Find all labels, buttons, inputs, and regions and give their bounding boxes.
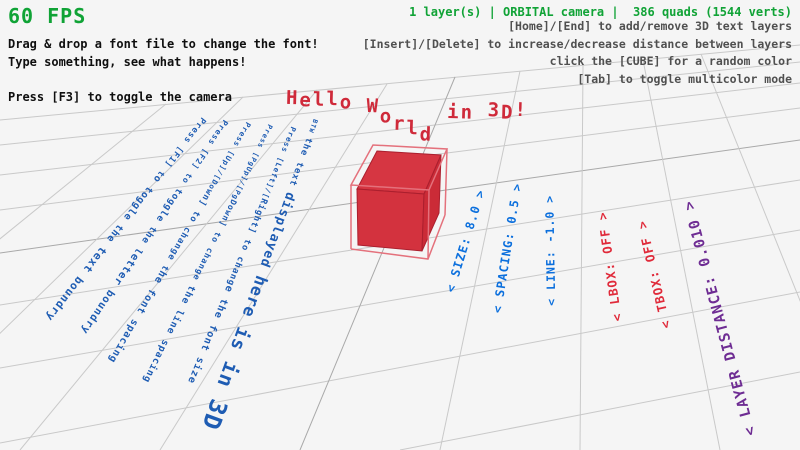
wave-letter: d <box>419 125 433 144</box>
wave-letter: ! <box>514 101 528 120</box>
hud-left: 60 FPS Drag & drop a font file to change… <box>8 6 319 106</box>
hint-type-something: Type something, see what happens! <box>8 53 319 71</box>
hint-layer-distance: [Insert]/[Delete] to increase/decrease d… <box>363 36 792 54</box>
wave-letter: o <box>340 93 354 112</box>
fps-counter: 60 FPS <box>8 6 319 26</box>
hint-add-remove-layers: [Home]/[End] to add/remove 3D text layer… <box>363 18 792 36</box>
wave-letter: l <box>406 119 420 138</box>
wave-letter: o <box>380 107 394 126</box>
cube-face-front[interactable] <box>357 189 424 251</box>
grid-line <box>0 292 800 443</box>
cube[interactable] <box>351 145 447 259</box>
stats-line: 1 layer(s) | ORBITAL camera | 386 quads … <box>363 6 792 18</box>
wave-letter: n <box>460 103 474 122</box>
hint-drag-drop-font: Drag & drop a font file to change the fo… <box>8 35 319 53</box>
grid-line <box>701 54 800 450</box>
wave-letter: 3 <box>487 101 501 120</box>
right-help-block: [Home]/[End] to add/remove 3D text layer… <box>363 18 792 88</box>
wave-letter: r <box>393 115 407 134</box>
wave-letter: D <box>501 103 515 122</box>
hud-right: 1 layer(s) | ORBITAL camera | 386 quads … <box>363 6 792 88</box>
hint-cube-click: click the [CUBE] for a random color <box>363 53 792 71</box>
ground-text-segment: BTW <box>305 118 319 139</box>
hint-camera-toggle: Press [F3] to toggle the camera <box>8 88 319 106</box>
hint-multicolor-toggle: [Tab] to toggle multicolor mode <box>363 71 792 89</box>
wave-letter <box>434 93 448 112</box>
wave-letter <box>353 91 367 110</box>
option-line: < LINE: -1.0 > <box>544 195 557 306</box>
wave-letter: i <box>447 103 461 122</box>
left-help-block: Drag & drop a font file to change the fo… <box>8 35 319 106</box>
grid-line <box>580 65 583 450</box>
wave-letter <box>474 94 488 113</box>
wave-letter: W <box>366 97 380 116</box>
wave-letter: l <box>326 90 340 109</box>
